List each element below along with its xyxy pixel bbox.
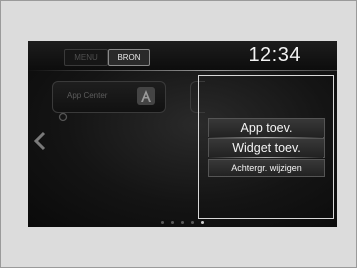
page-dot-active [201, 221, 204, 224]
app-center-tile[interactable]: App Center [52, 81, 166, 113]
app-center-label: App Center [67, 91, 108, 100]
menu-button[interactable]: MENU [64, 49, 108, 66]
app-center-icon [137, 87, 155, 105]
change-background-option[interactable]: Achtergr. wijzigen [208, 159, 325, 177]
menu-divider [208, 157, 323, 158]
add-widget-option[interactable]: Widget toev. [208, 138, 325, 158]
status-bar: MENU BRON 12:34 [28, 41, 337, 71]
page-dot [161, 221, 164, 224]
status-bar-divider [28, 70, 337, 71]
page-dot [171, 221, 174, 224]
page-dot [191, 221, 194, 224]
source-button[interactable]: BRON [108, 49, 150, 66]
chevron-left-icon[interactable] [33, 131, 47, 151]
page-dot [181, 221, 184, 224]
refresh-icon [58, 112, 68, 122]
clock: 12:34 [248, 44, 301, 66]
add-app-option[interactable]: App toev. [208, 118, 325, 138]
